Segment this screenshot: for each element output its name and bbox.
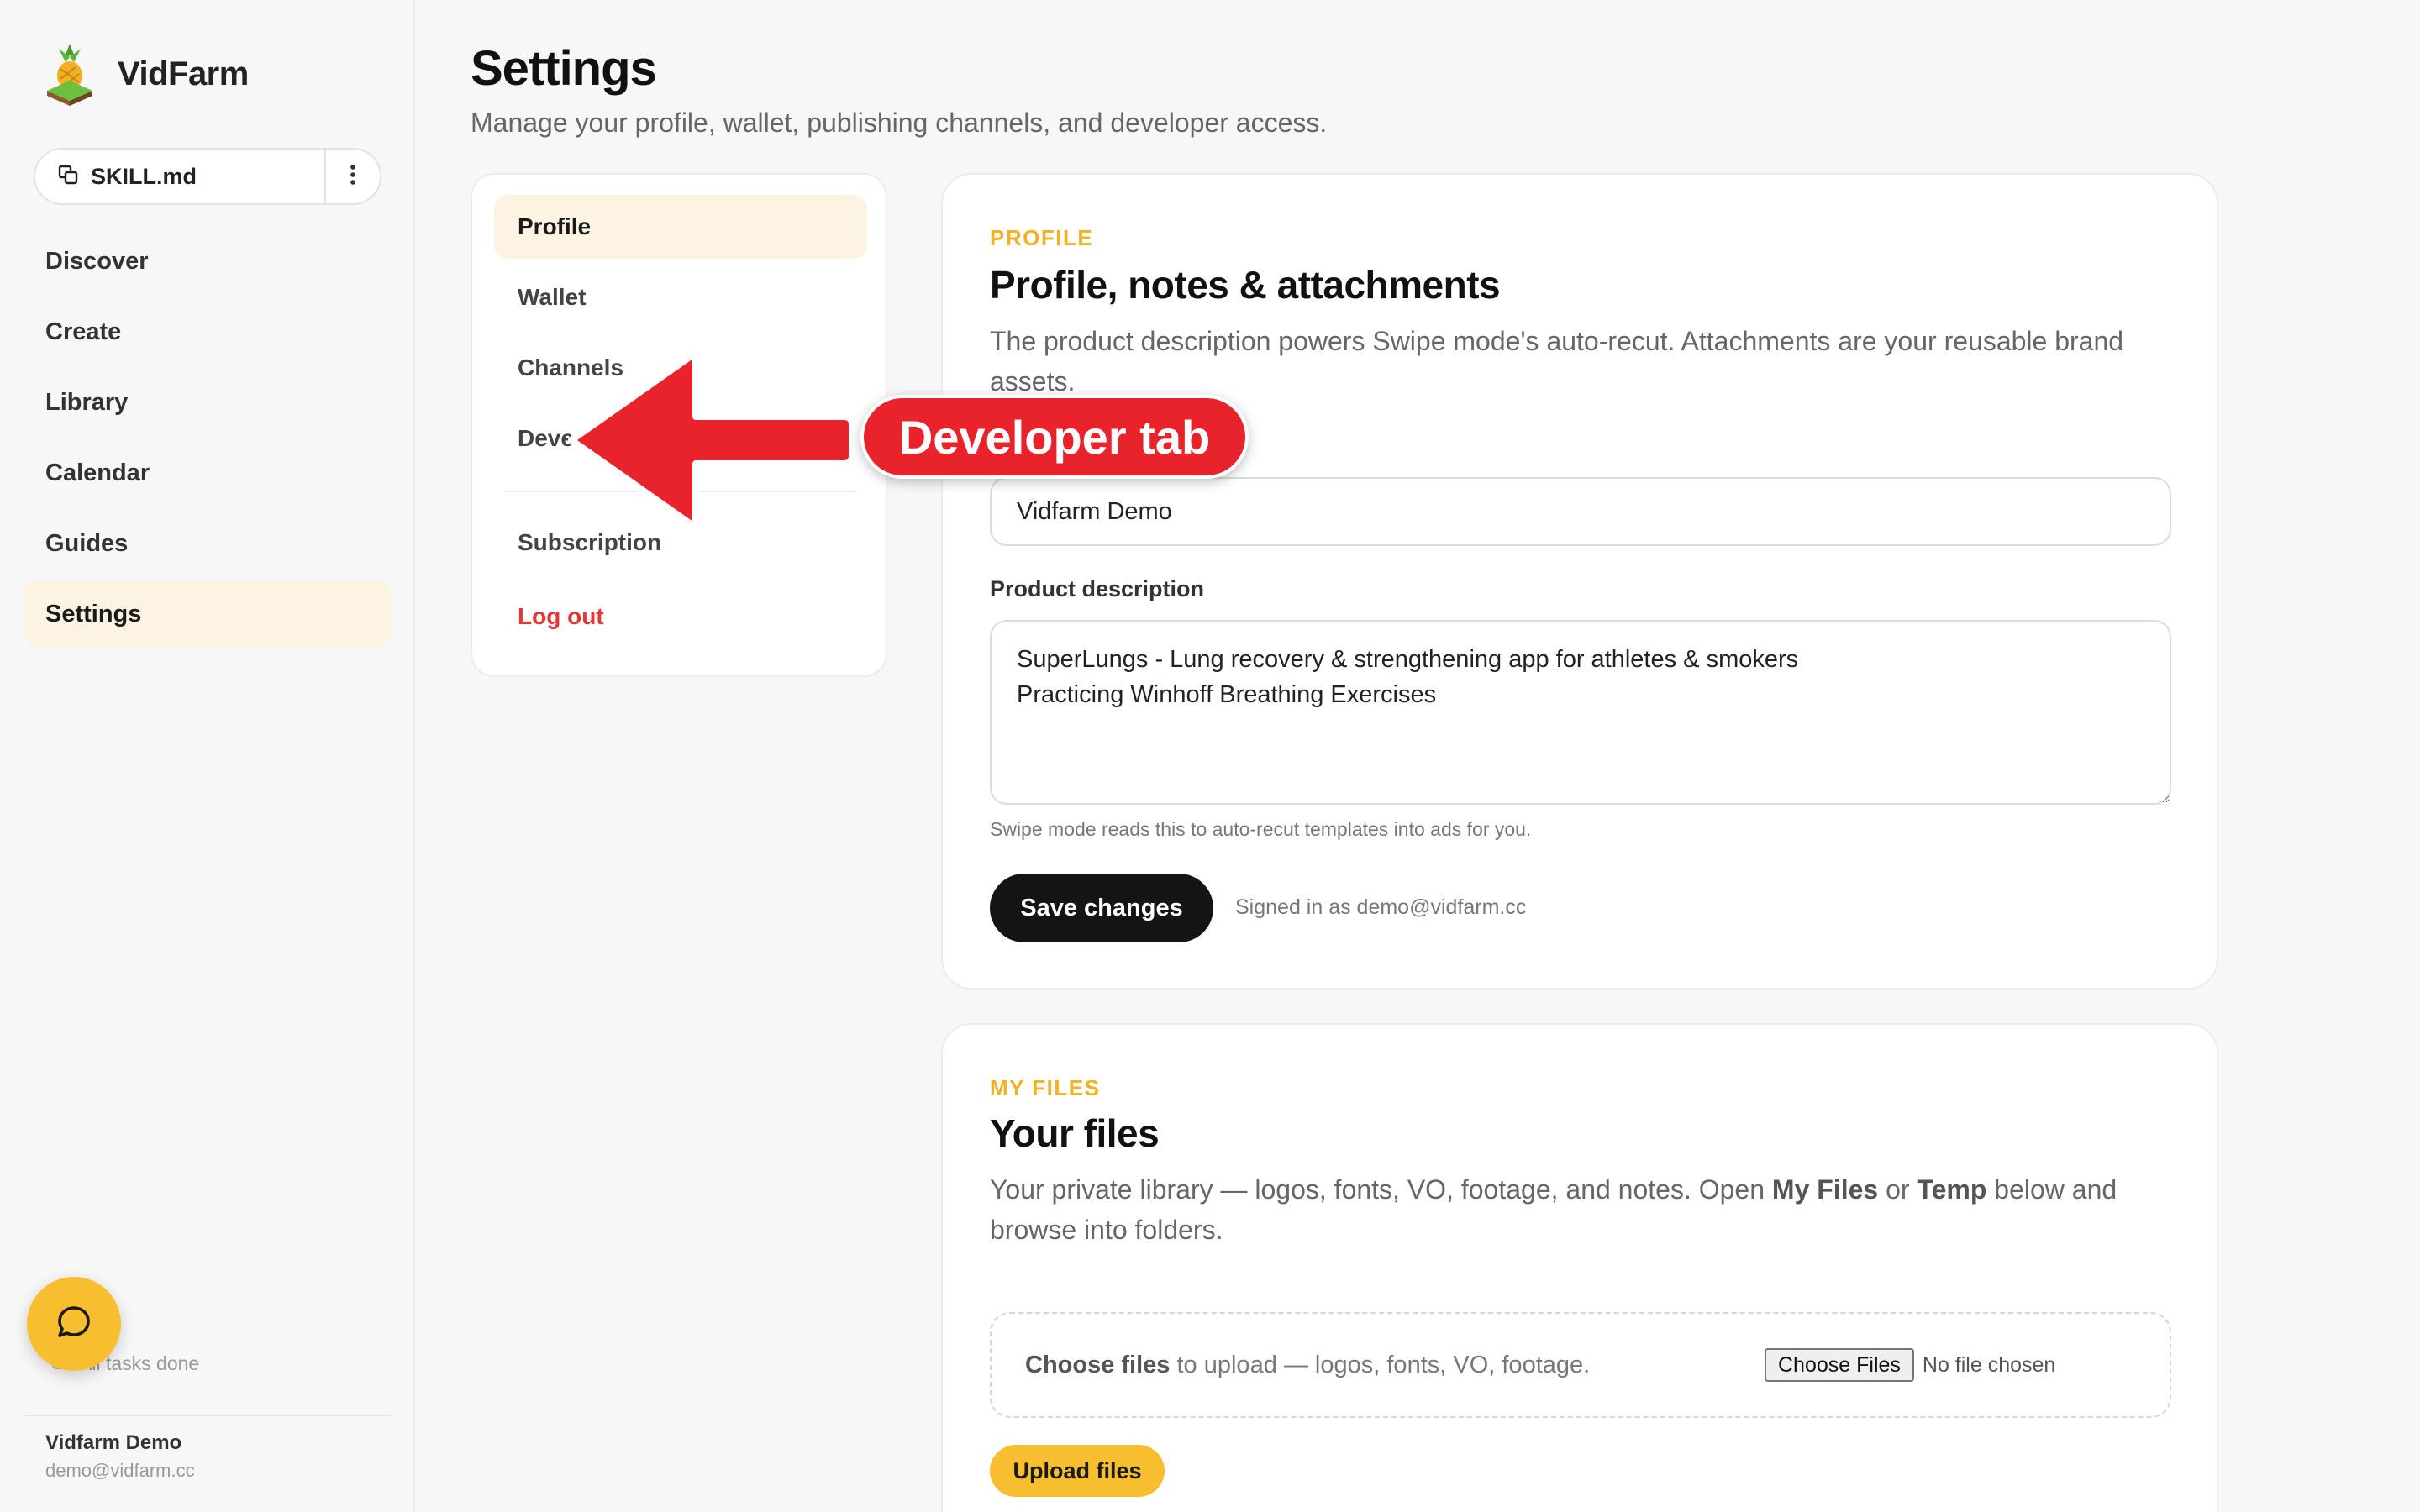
sidebar-item-settings[interactable]: Settings [24,581,392,647]
chat-bubble-icon [55,1303,93,1346]
sidebar-item-library[interactable]: Library [24,370,392,435]
sidebar: VidFarm SKILL.md Discover Create Library… [0,0,415,1512]
copy-icon [57,164,79,190]
files-description: Your private library — logos, fonts, VO,… [990,1169,2166,1250]
files-desc-text-1: Your private library — logos, fonts, VO,… [990,1174,1772,1205]
chat-button[interactable] [27,1277,121,1371]
file-input: Choose Files No file chosen [1765,1348,2055,1382]
profile-description: The product description powers Swipe mod… [990,326,2124,396]
dropzone-bold: Choose files [1025,1351,1171,1378]
product-description-hint: Swipe mode reads this to auto-recut temp… [990,818,1532,840]
page-title: Settings [471,41,657,96]
skill-copy-button[interactable]: SKILL.md [35,150,326,203]
files-desc-text-2: or [1878,1174,1918,1205]
profile-card: PROFILE Profile, notes & attachments The… [941,173,2218,990]
skill-label: SKILL.md [91,163,197,189]
skill-pill: SKILL.md [34,148,381,205]
sidebar-item-discover[interactable]: Discover [24,228,392,294]
sidebar-item-guides[interactable]: Guides [24,511,392,576]
brand[interactable]: VidFarm [42,40,249,108]
profile-title: Profile, notes & attachments [990,263,1501,307]
page-subtitle: Manage your profile, wallet, publishing … [471,108,1328,138]
tab-profile[interactable]: Profile [494,195,867,259]
sidebar-nav: Discover Create Library Calendar Guides … [24,228,392,652]
user-name[interactable]: Vidfarm Demo [45,1431,182,1455]
upload-files-button[interactable]: Upload files [990,1445,1165,1497]
user-email: demo@vidfarm.cc [45,1460,195,1481]
name-input[interactable] [990,477,2171,546]
sidebar-item-create[interactable]: Create [24,299,392,365]
pineapple-logo-icon [42,40,97,108]
save-changes-button[interactable]: Save changes [990,874,1213,942]
skill-more-button[interactable] [326,150,380,203]
developer-tab-annotation: Developer tab [860,395,1249,479]
my-files-link: My Files [1771,1174,1879,1205]
annotation-arrow-icon [555,336,857,546]
profile-eyebrow: PROFILE [990,225,1094,250]
files-title: Your files [990,1111,1160,1155]
files-card: MY FILES Your files Your private library… [941,1023,2218,1512]
user-divider [24,1415,392,1416]
dropzone-rest: to upload — logos, fonts, VO, footage. [1170,1351,1591,1378]
logout-button[interactable]: Log out [494,585,867,648]
dropzone-text: Choose files to upload — logos, fonts, V… [1025,1352,1590,1379]
file-dropzone[interactable]: Choose files to upload — logos, fonts, V… [990,1312,2171,1418]
product-description-label: Product description [990,576,1205,601]
more-vertical-icon [350,164,356,190]
temp-link: Temp [1917,1174,1987,1205]
tab-wallet[interactable]: Wallet [494,265,867,329]
brand-name: VidFarm [118,55,249,92]
product-description-input[interactable]: SuperLungs - Lung recovery & strengtheni… [990,620,2171,805]
files-eyebrow: MY FILES [990,1075,1101,1100]
no-file-label: No file chosen [1922,1352,2056,1377]
sidebar-item-calendar[interactable]: Calendar [24,440,392,506]
signed-in-status: Signed in as demo@vidfarm.cc [1235,895,1527,919]
choose-files-button[interactable]: Choose Files [1765,1348,1914,1382]
